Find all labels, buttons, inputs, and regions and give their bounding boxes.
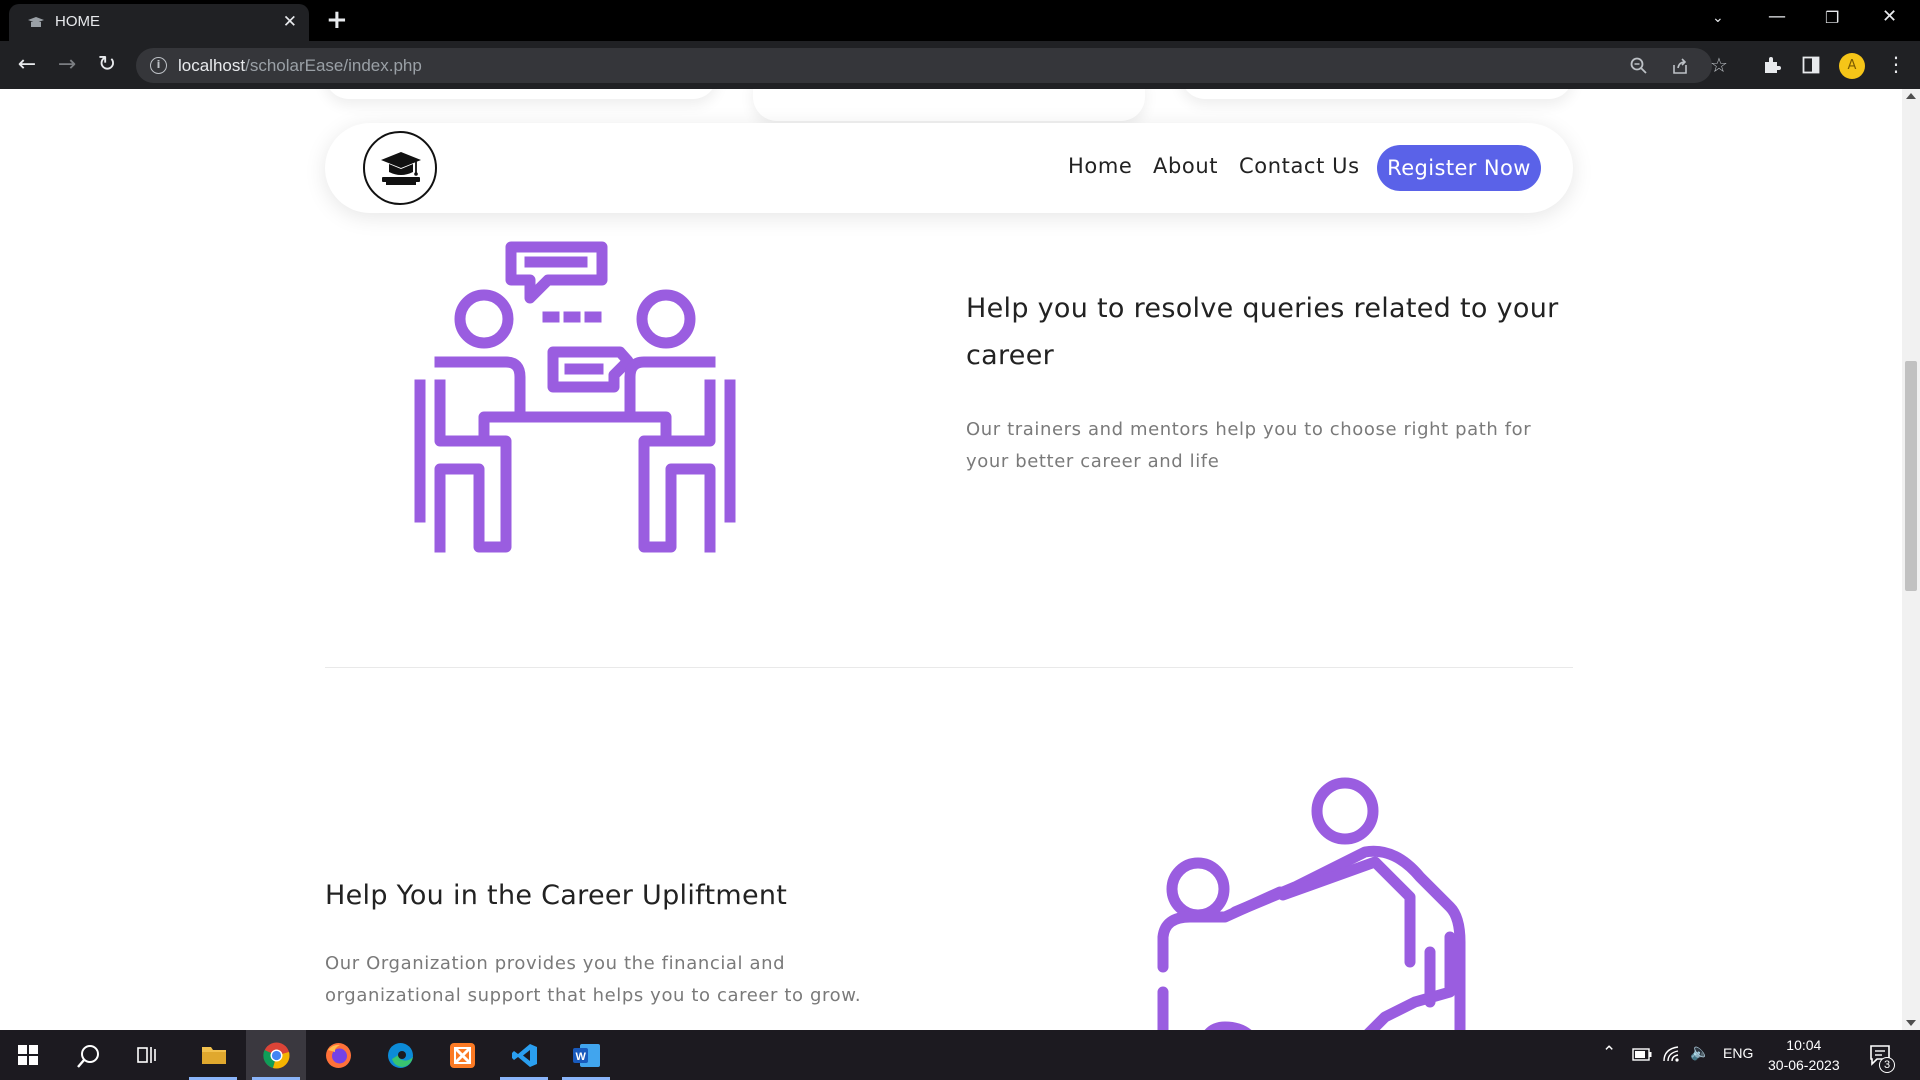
edge-icon <box>388 1043 413 1068</box>
taskbar-edge[interactable] <box>370 1030 430 1080</box>
volume-icon[interactable]: 🔈 <box>1690 1042 1710 1062</box>
word-icon: W <box>573 1044 600 1067</box>
taskbar-xampp[interactable] <box>432 1030 492 1080</box>
tab-title: HOME <box>55 13 100 30</box>
site-info-icon[interactable]: i <box>150 57 167 74</box>
vscode-icon <box>512 1044 537 1067</box>
card-peek-left <box>325 89 717 99</box>
section-divider <box>325 667 1573 668</box>
consultation-illustration <box>414 241 736 553</box>
nav-link-home[interactable]: Home <box>1068 154 1132 178</box>
clock-time: 10:04 <box>1786 1037 1822 1053</box>
task-view-icon[interactable] <box>137 1045 159 1065</box>
nav-link-contact[interactable]: Contact Us <box>1239 154 1360 178</box>
page-viewport: Home About Contact Us Register Now Help … <box>0 89 1920 1030</box>
share-icon[interactable] <box>1671 57 1689 75</box>
zoom-icon[interactable] <box>1630 57 1648 75</box>
career-support-illustration <box>1157 777 1466 1030</box>
forward-icon[interactable]: → <box>53 51 81 79</box>
graduation-cap-icon <box>381 152 421 185</box>
folder-icon <box>202 1047 226 1064</box>
browser-toolbar: ← → ↻ i localhost/scholarEase/index.php … <box>0 41 1920 89</box>
new-tab-icon[interactable]: + <box>326 5 348 35</box>
reload-icon[interactable]: ↻ <box>93 51 121 79</box>
taskbar-firefox[interactable] <box>308 1030 368 1080</box>
taskbar-word[interactable]: W <box>556 1030 616 1080</box>
minimize-icon[interactable]: — <box>1768 6 1786 27</box>
browser-tab[interactable]: HOME ✕ <box>9 4 309 41</box>
site-logo[interactable] <box>363 131 437 205</box>
card-peek-right <box>1181 89 1573 99</box>
clock-date: 30-06-2023 <box>1768 1057 1840 1073</box>
battery-icon[interactable] <box>1632 1048 1652 1061</box>
scrollbar-thumb[interactable] <box>1905 361 1917 591</box>
windows-start-icon[interactable] <box>18 1045 38 1065</box>
url-text[interactable]: localhost/scholarEase/index.php <box>178 56 422 76</box>
bookmark-star-icon[interactable]: ☆ <box>1710 53 1728 77</box>
tab-favicon-icon <box>28 17 44 27</box>
svg-text:W: W <box>576 1051 587 1063</box>
side-panel-icon[interactable] <box>1802 56 1820 74</box>
browser-menu-icon[interactable]: ⋮ <box>1886 52 1906 76</box>
firefox-icon <box>326 1043 351 1068</box>
nav-link-about[interactable]: About <box>1153 154 1218 178</box>
address-bar[interactable]: i localhost/scholarEase/index.php ☆ <box>136 48 1728 83</box>
back-icon[interactable]: ← <box>13 51 41 79</box>
tab-close-icon[interactable]: ✕ <box>283 12 297 32</box>
scroll-down-icon[interactable] <box>1906 1020 1916 1026</box>
wifi-icon[interactable] <box>1662 1045 1682 1063</box>
language-indicator[interactable]: ENG <box>1723 1045 1753 1061</box>
site-navbar: Home About Contact Us Register Now <box>325 123 1573 213</box>
notification-count-badge: 3 <box>1879 1057 1895 1073</box>
tray-overflow-icon[interactable]: ⌃ <box>1602 1043 1616 1063</box>
browser-tab-bar: HOME ✕ + ⌄ — ❐ ✕ <box>0 0 1920 41</box>
window-close-icon[interactable]: ✕ <box>1882 6 1897 27</box>
tab-search-icon[interactable]: ⌄ <box>1712 10 1724 26</box>
feature-2-description: Our Organization provides you the financ… <box>325 953 862 1006</box>
profile-avatar[interactable]: A <box>1839 53 1865 79</box>
restore-icon[interactable]: ❐ <box>1825 8 1839 27</box>
feature-2-title: Help You in the Career Upliftment <box>325 880 788 911</box>
taskbar-file-explorer[interactable] <box>183 1030 243 1080</box>
feature-1-title: Help you to resolve queries related to y… <box>966 293 1559 371</box>
chrome-icon <box>263 1042 290 1069</box>
card-peek-center <box>753 89 1145 121</box>
search-icon[interactable] <box>76 1043 102 1069</box>
feature-1-description: Our trainers and mentors help you to cho… <box>966 419 1532 472</box>
windows-taskbar: W ⌃ 🔈 ENG 10:04 30-06-2023 3 <box>0 1030 1920 1080</box>
taskbar-vscode[interactable] <box>494 1030 554 1080</box>
taskbar-chrome[interactable] <box>246 1030 306 1080</box>
page-scrollbar[interactable] <box>1902 89 1920 1030</box>
xampp-icon <box>450 1043 475 1068</box>
taskbar-clock[interactable]: 10:04 30-06-2023 <box>1768 1035 1840 1075</box>
scroll-up-icon[interactable] <box>1906 93 1916 99</box>
extensions-icon[interactable] <box>1762 55 1782 75</box>
register-now-button[interactable]: Register Now <box>1377 145 1541 191</box>
